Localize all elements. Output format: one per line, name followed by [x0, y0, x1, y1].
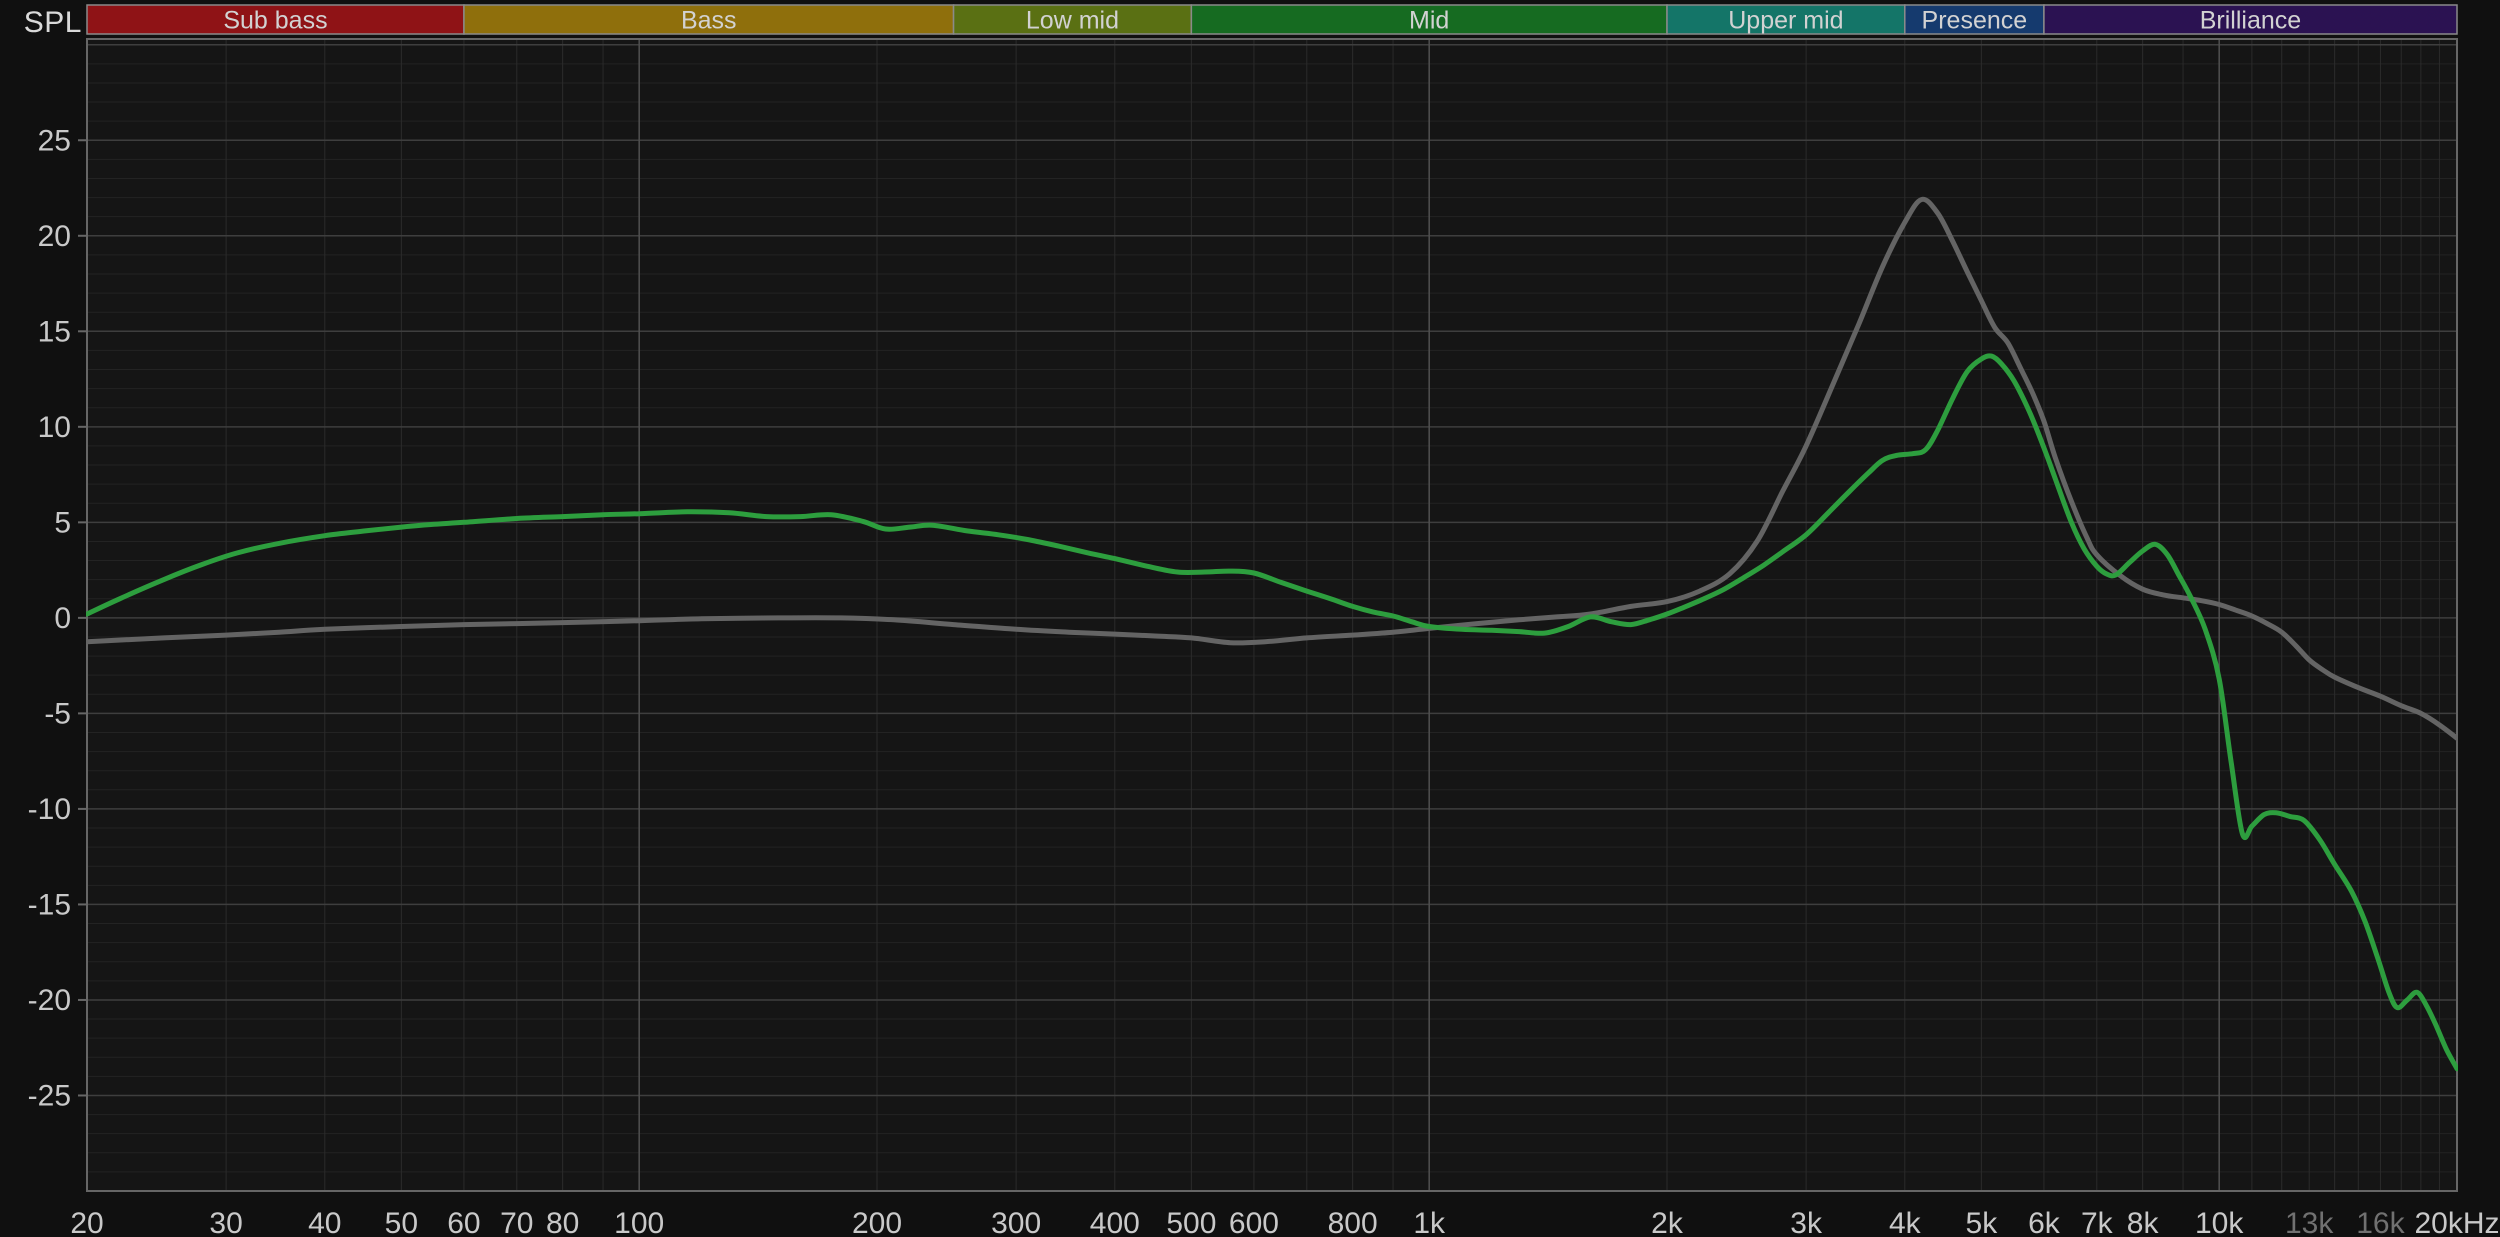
y-tick-label: 10	[38, 411, 71, 444]
x-tick-label: 80	[546, 1207, 579, 1237]
y-tick-label: 25	[38, 124, 71, 157]
x-tick-label: 50	[385, 1207, 418, 1237]
x-tick-label: 200	[852, 1207, 902, 1237]
x-tick-label: 10k	[2195, 1207, 2244, 1237]
y-tick-label: -5	[44, 697, 71, 730]
x-tick-label: 40	[308, 1207, 341, 1237]
y-tick-label: 20	[38, 220, 71, 253]
x-tick-label: 70	[500, 1207, 533, 1237]
band-label: Upper mid	[1728, 7, 1843, 35]
x-tick-label: 16k	[2356, 1207, 2405, 1237]
x-tick-label: 400	[1090, 1207, 1140, 1237]
x-tick-label: 13k	[2285, 1207, 2334, 1237]
x-tick-label: 800	[1328, 1207, 1378, 1237]
band-label: Presence	[1922, 7, 2028, 35]
x-tick-label: 300	[991, 1207, 1041, 1237]
y-tick-label: -20	[28, 984, 71, 1017]
x-tick-label: 4k	[1889, 1207, 1922, 1237]
y-tick-label: 0	[54, 602, 71, 635]
x-tick-label: 500	[1166, 1207, 1216, 1237]
x-tick-label: 60	[447, 1207, 480, 1237]
y-tick-label: -10	[28, 793, 71, 826]
x-tick-label: 7k	[2081, 1207, 2114, 1237]
y-tick-label: -25	[28, 1079, 71, 1112]
y-tick-label: 5	[54, 506, 71, 539]
plot-background	[87, 39, 2457, 1191]
band-label: Bass	[681, 7, 737, 35]
x-tick-label: 8k	[2127, 1207, 2160, 1237]
frequency-response-chart: SPL Sub bass Bass Low mid Mid Upper mid Prese…	[0, 0, 2500, 1237]
y-tick-label: -15	[28, 888, 71, 921]
x-tick-label: 30	[209, 1207, 242, 1237]
x-tick-label: 1k	[1413, 1207, 1446, 1237]
x-tick-label: 100	[614, 1207, 664, 1237]
band-label: Low mid	[1026, 7, 1119, 35]
x-tick-label: 20	[70, 1207, 103, 1237]
band-label: Sub bass	[223, 7, 327, 35]
x-tick-label: 6k	[2028, 1207, 2061, 1237]
band-label: Brilliance	[2200, 7, 2301, 35]
x-tick-label: 20kHz	[2414, 1207, 2499, 1237]
x-tick-label: 3k	[1790, 1207, 1823, 1237]
chart-canvas: Sub bass Bass Low mid Mid Upper mid Presence B…	[28, 4, 2500, 1237]
x-tick-label: 2k	[1651, 1207, 1684, 1237]
x-tick-label: 5k	[1966, 1207, 1999, 1237]
y-tick-label: 15	[38, 315, 71, 348]
band-label: Mid	[1409, 7, 1449, 35]
x-tick-label: 600	[1229, 1207, 1279, 1237]
